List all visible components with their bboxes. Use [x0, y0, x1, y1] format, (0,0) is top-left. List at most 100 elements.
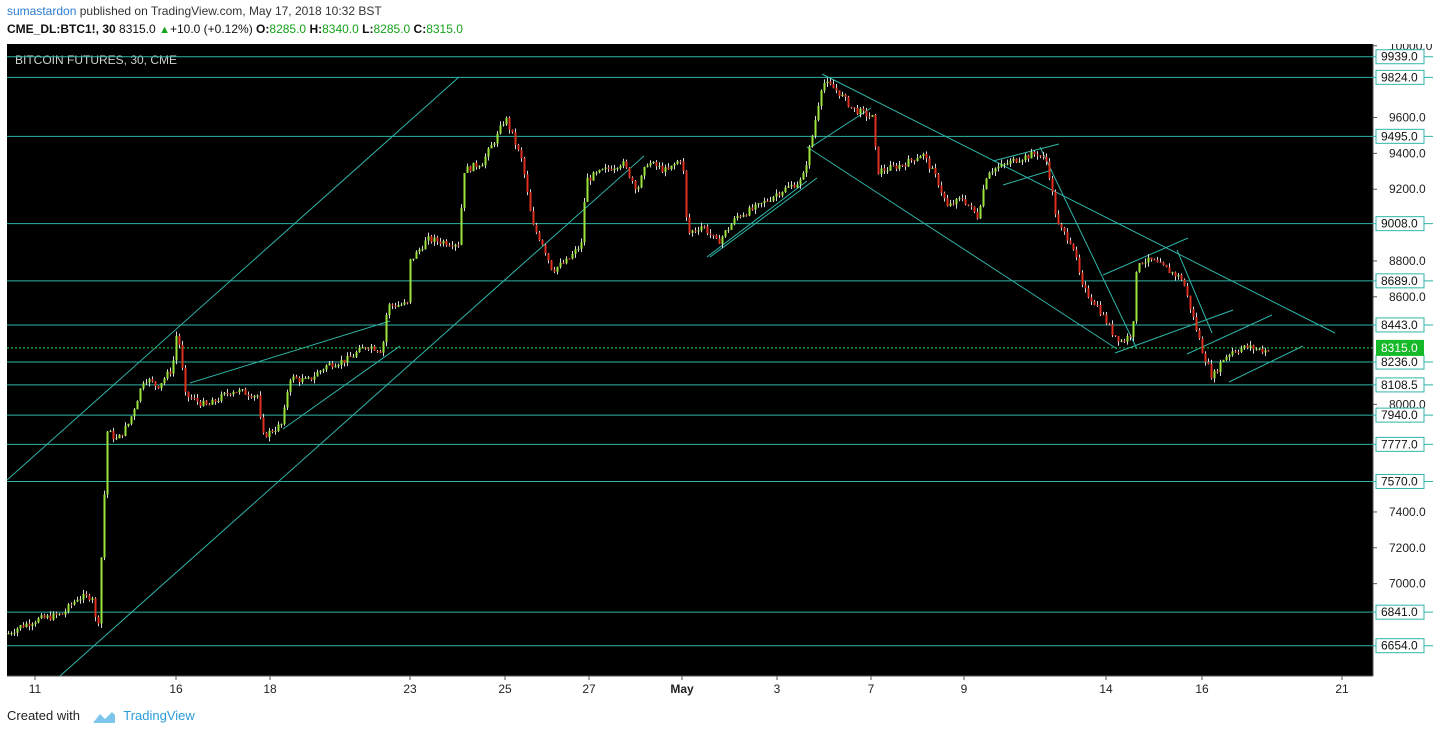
candle-body [1033, 151, 1036, 155]
price-chart[interactable]: BITCOIN FUTURES, 30, CME 10000.09600.094… [7, 44, 1433, 698]
candle-body [148, 379, 151, 383]
candle-body [49, 615, 52, 620]
tradingview-link[interactable]: TradingView [123, 708, 195, 723]
author-link[interactable]: sumastardon [7, 4, 76, 18]
candle-body [364, 347, 367, 349]
candle-body [1045, 156, 1048, 162]
candle-body [979, 206, 982, 219]
candle-body [1243, 345, 1246, 349]
candle-body [400, 304, 403, 306]
candle-body [208, 404, 211, 406]
candle-body [931, 167, 934, 169]
candle-body [940, 185, 943, 193]
candle-body [1135, 271, 1138, 322]
candle-body [106, 431, 109, 495]
candle-body [775, 193, 778, 197]
time-tick-label: 11 [29, 682, 42, 696]
candle-body [1219, 362, 1222, 373]
candle-body [736, 215, 739, 219]
candle-body [907, 158, 910, 167]
candle-body [166, 371, 169, 379]
candle-body [1249, 345, 1252, 348]
candle-body [160, 383, 163, 389]
candle-body [466, 166, 469, 174]
candle-body [121, 434, 124, 436]
candle-body [130, 416, 133, 424]
tradingview-logo-icon [92, 711, 115, 723]
candle-body [811, 135, 814, 147]
candle-body [244, 389, 247, 395]
close-value: 8315.0 [426, 22, 463, 36]
candle-body [1141, 263, 1144, 265]
candle-body [379, 351, 382, 353]
candle-body [679, 161, 682, 163]
candle-body [433, 237, 436, 242]
candle-body [1213, 370, 1216, 379]
level-label: 8236.0 [1381, 355, 1418, 369]
candle-body [871, 115, 874, 117]
candle-body [991, 171, 994, 173]
candle-body [7, 633, 10, 635]
candle-body [733, 218, 736, 225]
candle-body [28, 623, 31, 626]
candle-body [109, 431, 112, 433]
candle-body [436, 237, 439, 242]
candle-body [67, 604, 70, 612]
price-change: +10.0 (+0.12%) [169, 22, 253, 36]
candle-body [760, 203, 763, 205]
level-label: 9495.0 [1381, 129, 1418, 143]
candle-body [259, 395, 262, 418]
candle-body [184, 367, 187, 392]
candle-body [514, 132, 517, 145]
time-tick-label: 25 [498, 682, 512, 696]
candle-body [715, 235, 718, 239]
candle-body [535, 224, 538, 233]
candle-body [496, 133, 499, 144]
candle-body [1000, 163, 1003, 167]
candle-body [58, 613, 61, 615]
symbol-name[interactable]: CME_DL:BTC1!, 30 [7, 22, 116, 36]
candle-body [16, 628, 19, 633]
candle-body [814, 119, 817, 136]
candle-body [1168, 267, 1171, 274]
candle-body [388, 304, 391, 316]
candle-body [1063, 227, 1066, 232]
candle-body [742, 215, 745, 217]
candle-body [190, 397, 193, 399]
candle-body [124, 425, 127, 436]
candle-body [868, 116, 871, 118]
candle-body [838, 90, 841, 97]
time-tick-label: 7 [868, 682, 875, 696]
candle-body [301, 378, 304, 383]
candle-body [805, 165, 808, 174]
candle-body [22, 625, 25, 628]
candle-body [103, 494, 106, 558]
chart-area[interactable]: BITCOIN FUTURES, 30, CME 10000.0 9600.0 94… [7, 44, 1433, 698]
candle-body [565, 258, 568, 264]
candle-body [100, 557, 103, 624]
candle-body [79, 599, 82, 601]
candle-body [517, 144, 520, 150]
candle-body [796, 184, 799, 188]
candle-body [1105, 314, 1108, 324]
candle-body [1009, 160, 1012, 164]
price-tick-label: 8800.0 [1389, 254, 1426, 268]
candle-body [529, 191, 532, 212]
candle-body [1234, 351, 1237, 353]
candle-body [781, 192, 784, 196]
candle-body [127, 423, 130, 426]
candle-body [640, 175, 643, 188]
candle-body [94, 598, 97, 617]
candle-body [544, 244, 547, 254]
candle-body [904, 165, 907, 167]
candle-body [988, 172, 991, 179]
candle-body [19, 625, 22, 629]
candle-body [616, 168, 619, 170]
candle-body [451, 245, 454, 247]
level-label: 8108.5 [1381, 378, 1418, 392]
candle-body [460, 207, 463, 245]
candle-body [841, 94, 844, 97]
candle-body [631, 177, 634, 181]
candle-body [604, 167, 607, 170]
candle-body [880, 168, 883, 174]
